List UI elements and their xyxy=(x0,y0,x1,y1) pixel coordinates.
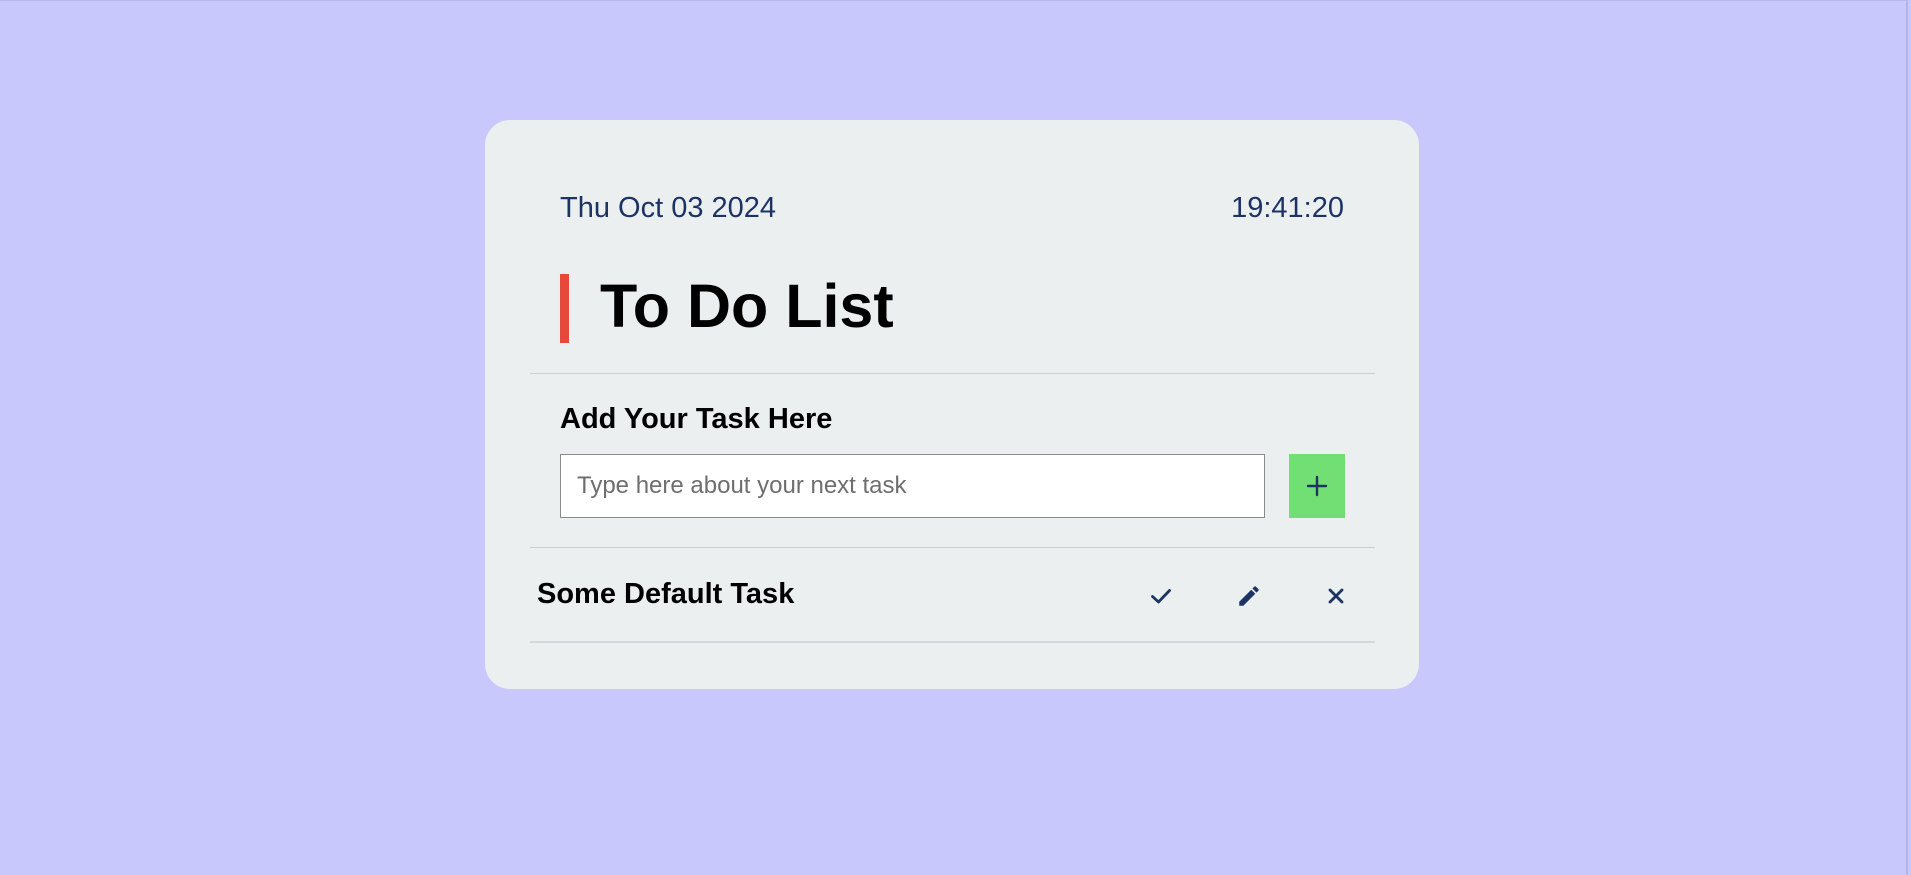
delete-task-button[interactable] xyxy=(1316,576,1356,616)
todo-card: Thu Oct 03 2024 19:41:20 To Do List Add … xyxy=(485,120,1419,689)
plus-icon xyxy=(1306,475,1328,497)
pencil-icon xyxy=(1239,586,1259,606)
current-time: 19:41:20 xyxy=(1231,192,1344,224)
close-icon xyxy=(1328,588,1344,604)
check-icon xyxy=(1151,589,1171,604)
divider xyxy=(530,641,1375,643)
complete-task-button[interactable] xyxy=(1141,576,1181,616)
add-task-label: Add Your Task Here xyxy=(560,403,833,435)
edit-task-button[interactable] xyxy=(1229,576,1269,616)
add-task-button[interactable] xyxy=(1289,454,1345,518)
current-date: Thu Oct 03 2024 xyxy=(560,192,777,224)
task-input[interactable] xyxy=(560,454,1265,518)
page-title: To Do List xyxy=(600,272,894,340)
task-item: Some Default Task xyxy=(530,548,1375,641)
title-accent-bar xyxy=(560,274,569,343)
task-text: Some Default Task xyxy=(537,578,795,610)
divider xyxy=(530,373,1375,374)
